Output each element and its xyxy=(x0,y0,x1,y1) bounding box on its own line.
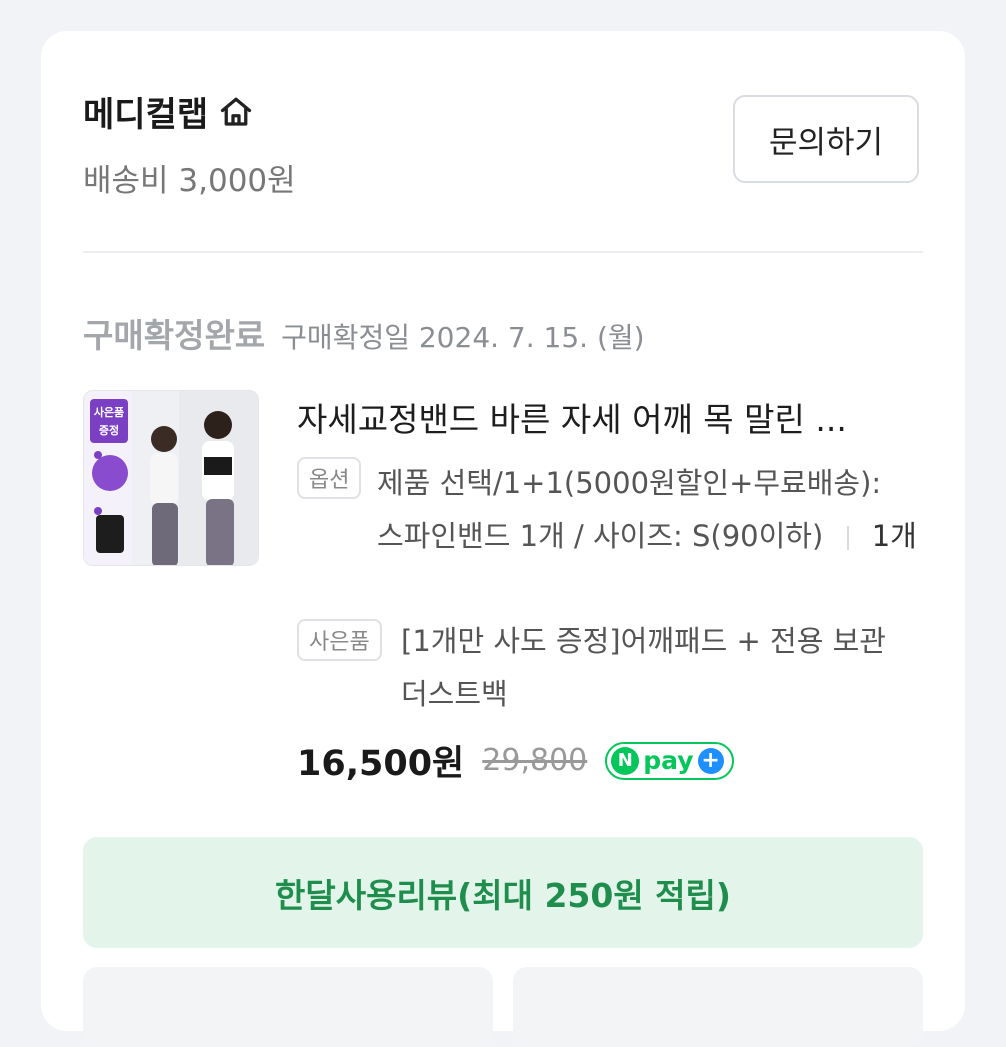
original-price: 29,800 xyxy=(482,743,588,778)
sale-price: 16,500원 xyxy=(297,744,465,784)
option-text-wrap: 제품 선택/1+1(5000원할인+무료배송): 스파인밴드 1개 / 사이즈:… xyxy=(377,457,917,563)
quantity-divider xyxy=(846,526,849,550)
plus-icon: + xyxy=(697,747,724,774)
bottom-action-right[interactable] xyxy=(513,967,923,1047)
option-text: 제품 선택/1+1(5000원할인+무료배송): 스파인밴드 1개 / 사이즈:… xyxy=(377,466,882,553)
store-header[interactable]: 메디컬랩 xyxy=(83,87,254,136)
confirm-date: 구매확정일 2024. 7. 15. (월) xyxy=(281,321,645,354)
shipping-fee: 배송비 3,000원 xyxy=(83,163,296,199)
product-title[interactable]: 자세교정밴드 바른 자세 어깨 목 말린 ... xyxy=(297,393,917,441)
bottom-action-left[interactable] xyxy=(83,967,493,1047)
store-name[interactable]: 메디컬랩 xyxy=(83,87,208,136)
divider xyxy=(83,251,923,253)
gift-tag: 사은품 xyxy=(297,619,382,661)
npay-badge: N pay + xyxy=(605,741,734,780)
monthly-review-button[interactable]: 한달사용리뷰(최대 250원 적립) xyxy=(83,837,923,948)
order-status: 구매확정완료 xyxy=(83,316,266,355)
inquiry-button[interactable]: 문의하기 xyxy=(733,95,919,183)
product-thumbnail[interactable]: 사은품 증정 xyxy=(83,390,259,566)
store-home-icon[interactable] xyxy=(218,94,254,130)
order-status-row: 구매확정완료 구매확정일 2024. 7. 15. (월) xyxy=(83,309,645,357)
naver-n-icon: N xyxy=(611,746,640,775)
quantity: 1개 xyxy=(871,519,917,553)
npay-label: pay xyxy=(643,746,694,775)
order-card: 메디컬랩 배송비 3,000원 문의하기 구매확정완료 구매확정일 2024. … xyxy=(41,31,965,1047)
thumb-badge-line1: 사은품 xyxy=(94,405,124,419)
option-tag: 옵션 xyxy=(297,457,362,499)
price-row: 16,500원 29,800 N pay + xyxy=(297,735,734,786)
thumb-badge-line2: 증정 xyxy=(99,423,119,437)
gift-text: [1개만 사도 증정]어깨패드 + 전용 보관 더스트백 xyxy=(401,624,886,711)
